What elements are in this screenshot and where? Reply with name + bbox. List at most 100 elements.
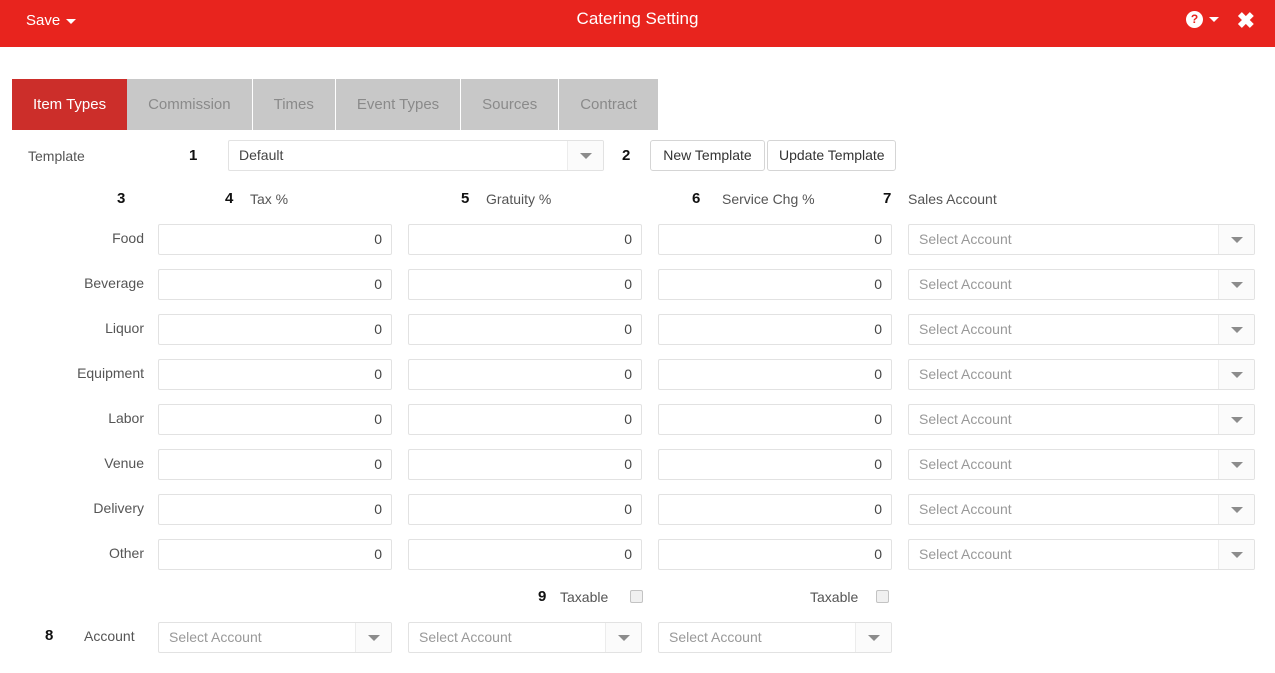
sales-account-value: Select Account xyxy=(919,546,1012,562)
tax-input-other[interactable]: 0 xyxy=(158,539,392,570)
sales-account-value: Select Account xyxy=(919,231,1012,247)
annotation-1: 1 xyxy=(189,147,198,164)
gratuity-input-other[interactable]: 0 xyxy=(408,539,642,570)
row-label-labor: Labor xyxy=(108,410,144,426)
chevron-down-icon xyxy=(1218,495,1254,524)
sales-account-select-food[interactable]: Select Account xyxy=(908,224,1255,255)
chevron-down-icon xyxy=(567,141,603,170)
tab-event-types[interactable]: Event Types xyxy=(335,79,462,130)
sales-account-select-liquor[interactable]: Select Account xyxy=(908,314,1255,345)
tax-input-labor[interactable]: 0 xyxy=(158,404,392,435)
sales-account-select-equipment[interactable]: Select Account xyxy=(908,359,1255,390)
account-row-label: Account xyxy=(84,628,135,644)
row-label-beverage: Beverage xyxy=(84,275,144,291)
service-account-value: Select Account xyxy=(669,629,762,645)
service-input-labor[interactable]: 0 xyxy=(658,404,892,435)
annotation-2: 2 xyxy=(622,147,631,164)
chevron-down-icon xyxy=(1218,270,1254,299)
row-label-venue: Venue xyxy=(104,455,144,471)
tax-input-beverage[interactable]: 0 xyxy=(158,269,392,300)
gratuity-input-beverage[interactable]: 0 xyxy=(408,269,642,300)
tax-input-liquor[interactable]: 0 xyxy=(158,314,392,345)
chevron-down-icon xyxy=(355,623,391,652)
chevron-down-icon xyxy=(1218,405,1254,434)
chevron-down-icon xyxy=(1218,540,1254,569)
update-template-button[interactable]: Update Template xyxy=(767,140,896,171)
help-button[interactable]: ? xyxy=(1186,11,1219,28)
annotation-8: 8 xyxy=(45,627,54,644)
service-input-equipment[interactable]: 0 xyxy=(658,359,892,390)
page-title: Catering Setting xyxy=(576,9,699,28)
gratuity-input-delivery[interactable]: 0 xyxy=(408,494,642,525)
tab-sources[interactable]: Sources xyxy=(461,79,560,130)
service-input-beverage[interactable]: 0 xyxy=(658,269,892,300)
service-input-food[interactable]: 0 xyxy=(658,224,892,255)
sales-account-select-labor[interactable]: Select Account xyxy=(908,404,1255,435)
gratuity-taxable-label: Taxable xyxy=(560,589,609,605)
tab-times[interactable]: Times xyxy=(252,79,336,130)
service-account-select[interactable]: Select Account xyxy=(658,622,892,653)
column-header-tax: Tax % xyxy=(250,191,289,207)
gratuity-account-select[interactable]: Select Account xyxy=(408,622,642,653)
gratuity-input-equipment[interactable]: 0 xyxy=(408,359,642,390)
annotation-6: 6 xyxy=(692,190,701,207)
gratuity-input-venue[interactable]: 0 xyxy=(408,449,642,480)
service-input-other[interactable]: 0 xyxy=(658,539,892,570)
column-header-gratuity: Gratuity % xyxy=(486,191,552,207)
sales-account-select-beverage[interactable]: Select Account xyxy=(908,269,1255,300)
chevron-down-icon xyxy=(1209,17,1219,22)
sales-account-select-other[interactable]: Select Account xyxy=(908,539,1255,570)
sales-account-value: Select Account xyxy=(919,366,1012,382)
service-taxable-checkbox[interactable] xyxy=(876,590,889,603)
column-header-service-chg: Service Chg % xyxy=(722,191,815,207)
row-label-food: Food xyxy=(112,230,144,246)
tab-commission[interactable]: Commission xyxy=(127,79,253,130)
sales-account-value: Select Account xyxy=(919,276,1012,292)
row-label-delivery: Delivery xyxy=(93,500,144,516)
gratuity-input-liquor[interactable]: 0 xyxy=(408,314,642,345)
new-template-button[interactable]: New Template xyxy=(650,140,765,171)
annotation-4: 4 xyxy=(225,190,234,207)
service-input-liquor[interactable]: 0 xyxy=(658,314,892,345)
tax-account-value: Select Account xyxy=(169,629,262,645)
tab-contract[interactable]: Contract xyxy=(559,79,659,130)
template-label: Template xyxy=(28,148,85,164)
help-icon: ? xyxy=(1186,11,1203,28)
chevron-down-icon xyxy=(1218,360,1254,389)
tab-bar: Item Types Commission Times Event Types … xyxy=(12,79,659,130)
row-label-other: Other xyxy=(108,545,144,561)
tax-input-delivery[interactable]: 0 xyxy=(158,494,392,525)
tab-label: Contract xyxy=(580,96,637,113)
close-icon[interactable]: ✖ xyxy=(1237,10,1255,32)
chevron-down-icon xyxy=(1218,225,1254,254)
gratuity-input-food[interactable]: 0 xyxy=(408,224,642,255)
tax-input-food[interactable]: 0 xyxy=(158,224,392,255)
title-bar: Save Catering Setting ? ✖ xyxy=(0,0,1275,47)
sales-account-select-venue[interactable]: Select Account xyxy=(908,449,1255,480)
chevron-down-icon xyxy=(855,623,891,652)
tax-account-select[interactable]: Select Account xyxy=(158,622,392,653)
tab-item-types[interactable]: Item Types xyxy=(12,79,128,130)
chevron-down-icon xyxy=(605,623,641,652)
gratuity-input-labor[interactable]: 0 xyxy=(408,404,642,435)
template-select[interactable]: Default xyxy=(228,140,604,171)
annotation-3: 3 xyxy=(117,190,126,207)
tab-label: Sources xyxy=(482,96,538,113)
tax-input-venue[interactable]: 0 xyxy=(158,449,392,480)
gratuity-taxable-checkbox[interactable] xyxy=(630,590,643,603)
tab-label: Event Types xyxy=(356,96,440,113)
sales-account-value: Select Account xyxy=(919,411,1012,427)
row-label-equipment: Equipment xyxy=(77,365,144,381)
annotation-7: 7 xyxy=(883,190,892,207)
sales-account-value: Select Account xyxy=(919,501,1012,517)
sales-account-select-delivery[interactable]: Select Account xyxy=(908,494,1255,525)
row-label-liquor: Liquor xyxy=(105,320,144,336)
template-select-value: Default xyxy=(239,147,284,163)
tax-input-equipment[interactable]: 0 xyxy=(158,359,392,390)
tab-label: Times xyxy=(273,96,314,113)
annotation-9: 9 xyxy=(538,588,547,605)
service-input-venue[interactable]: 0 xyxy=(658,449,892,480)
service-input-delivery[interactable]: 0 xyxy=(658,494,892,525)
gratuity-account-value: Select Account xyxy=(419,629,512,645)
chevron-down-icon xyxy=(1218,315,1254,344)
